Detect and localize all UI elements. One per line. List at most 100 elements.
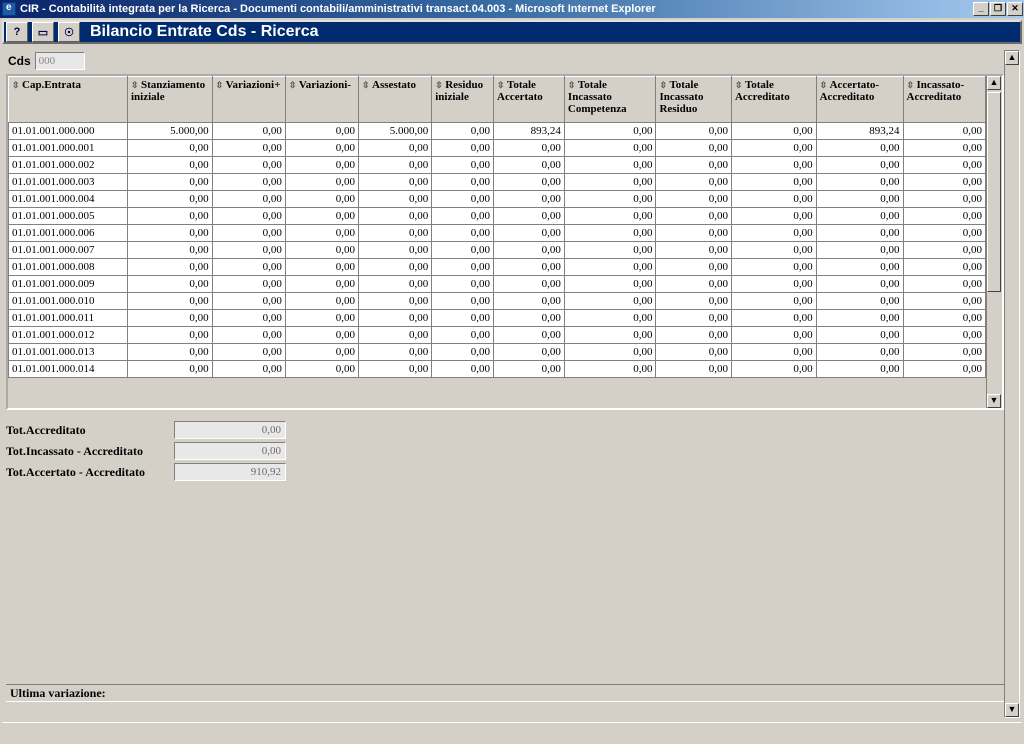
cell-value: 0,00 [212, 123, 285, 140]
window-buttons: _ ❐ ✕ [973, 1, 1024, 17]
cell-value: 0,00 [564, 327, 656, 344]
toolbar-help-button[interactable]: ? [6, 22, 28, 42]
cell-value: 0,00 [127, 242, 212, 259]
cell-value: 0,00 [127, 344, 212, 361]
cell-value: 5.000,00 [359, 123, 432, 140]
table-row[interactable]: 01.01.001.000.0060,000,000,000,000,000,0… [9, 225, 986, 242]
cell-value: 0,00 [816, 157, 903, 174]
ie-icon [2, 2, 16, 16]
col-header[interactable]: ⇳Variazioni- [285, 77, 358, 123]
cds-input[interactable] [35, 52, 85, 70]
col-header[interactable]: ⇳Accertato-Accreditato [816, 77, 903, 123]
col-header[interactable]: ⇳Totale Accertato [494, 77, 565, 123]
col-header[interactable]: ⇳Stanziamento iniziale [127, 77, 212, 123]
table-row[interactable]: 01.01.001.000.0090,000,000,000,000,000,0… [9, 276, 986, 293]
grid-header-row: ⇳Cap.Entrata⇳Stanziamento iniziale⇳Varia… [9, 77, 986, 123]
total-accertato-accreditato-label: Tot.Accertato - Accreditato [6, 465, 174, 480]
cell-value: 0,00 [212, 361, 285, 378]
cell-value: 0,00 [731, 276, 816, 293]
page-icon: ▭ [38, 26, 48, 39]
target-icon: ☉ [64, 26, 74, 39]
cell-cap-entrata: 01.01.001.000.008 [9, 259, 128, 276]
cell-value: 0,00 [816, 191, 903, 208]
cell-value: 0,00 [285, 123, 358, 140]
grid-scroll-down[interactable]: ▼ [987, 394, 1001, 408]
table-row[interactable]: 01.01.001.000.0040,000,000,000,000,000,0… [9, 191, 986, 208]
outer-scrollbar[interactable]: ▲ ▼ [1004, 50, 1020, 718]
scroll-down-button[interactable]: ▼ [1005, 703, 1019, 717]
cell-value: 0,00 [432, 140, 494, 157]
cell-value: 0,00 [494, 310, 565, 327]
scroll-up-button[interactable]: ▲ [1005, 51, 1019, 65]
grid-scrollbar[interactable]: ▲ ▼ [986, 76, 1002, 408]
cell-value: 0,00 [494, 259, 565, 276]
cell-value: 0,00 [285, 276, 358, 293]
cell-value: 0,00 [432, 293, 494, 310]
cell-value: 5.000,00 [127, 123, 212, 140]
cell-value: 0,00 [432, 327, 494, 344]
col-header[interactable]: ⇳Totale Incassato Competenza [564, 77, 656, 123]
close-button[interactable]: ✕ [1007, 2, 1023, 16]
cell-value: 0,00 [903, 293, 985, 310]
cell-value: 0,00 [816, 361, 903, 378]
cell-value: 893,24 [816, 123, 903, 140]
cell-value: 0,00 [359, 327, 432, 344]
cell-value: 0,00 [656, 123, 732, 140]
table-row[interactable]: 01.01.001.000.0110,000,000,000,000,000,0… [9, 310, 986, 327]
col-header[interactable]: ⇳Totale Accreditato [731, 77, 816, 123]
table-row[interactable]: 01.01.001.000.0005.000,000,000,005.000,0… [9, 123, 986, 140]
cell-value: 0,00 [656, 208, 732, 225]
cell-value: 0,00 [816, 208, 903, 225]
cell-value: 0,00 [816, 327, 903, 344]
cell-value: 0,00 [285, 327, 358, 344]
table-row[interactable]: 01.01.001.000.0030,000,000,000,000,000,0… [9, 174, 986, 191]
cell-value: 0,00 [494, 174, 565, 191]
table-row[interactable]: 01.01.001.000.0120,000,000,000,000,000,0… [9, 327, 986, 344]
table-row[interactable]: 01.01.001.000.0050,000,000,000,000,000,0… [9, 208, 986, 225]
col-header[interactable]: ⇳Cap.Entrata [9, 77, 128, 123]
sort-icon: ⇳ [659, 80, 668, 91]
cell-value: 0,00 [359, 361, 432, 378]
col-header[interactable]: ⇳Incassato-Accreditato [903, 77, 985, 123]
cell-cap-entrata: 01.01.001.000.011 [9, 310, 128, 327]
col-header[interactable]: ⇳Totale Incassato Residuo [656, 77, 732, 123]
cell-value: 0,00 [285, 310, 358, 327]
cell-value: 0,00 [564, 225, 656, 242]
window-titlebar: CIR - Contabilità integrata per la Ricer… [0, 0, 1024, 18]
cell-value: 0,00 [731, 208, 816, 225]
cell-value: 0,00 [903, 191, 985, 208]
toolbar-button-2[interactable]: ▭ [32, 22, 54, 42]
table-row[interactable]: 01.01.001.000.0070,000,000,000,000,000,0… [9, 242, 986, 259]
table-row[interactable]: 01.01.001.000.0130,000,000,000,000,000,0… [9, 344, 986, 361]
table-row[interactable]: 01.01.001.000.0140,000,000,000,000,000,0… [9, 361, 986, 378]
cell-value: 0,00 [564, 259, 656, 276]
cell-value: 0,00 [212, 225, 285, 242]
sort-icon: ⇳ [907, 80, 916, 91]
cell-cap-entrata: 01.01.001.000.005 [9, 208, 128, 225]
data-grid[interactable]: ⇳Cap.Entrata⇳Stanziamento iniziale⇳Varia… [8, 76, 986, 378]
cell-value: 0,00 [359, 140, 432, 157]
table-row[interactable]: 01.01.001.000.0010,000,000,000,000,000,0… [9, 140, 986, 157]
cell-value: 0,00 [359, 225, 432, 242]
cell-value: 0,00 [127, 157, 212, 174]
cell-value: 0,00 [564, 140, 656, 157]
table-row[interactable]: 01.01.001.000.0080,000,000,000,000,000,0… [9, 259, 986, 276]
table-row[interactable]: 01.01.001.000.0100,000,000,000,000,000,0… [9, 293, 986, 310]
cell-value: 0,00 [656, 344, 732, 361]
table-row[interactable]: 01.01.001.000.0020,000,000,000,000,000,0… [9, 157, 986, 174]
grid-scroll-up[interactable]: ▲ [987, 76, 1001, 90]
cell-value: 0,00 [903, 310, 985, 327]
restore-button[interactable]: ❐ [990, 2, 1006, 16]
cell-value: 0,00 [127, 174, 212, 191]
cell-value: 0,00 [903, 242, 985, 259]
cell-value: 0,00 [212, 327, 285, 344]
toolbar-button-3[interactable]: ☉ [58, 22, 80, 42]
col-header[interactable]: ⇳Assestato [359, 77, 432, 123]
cell-value: 0,00 [903, 140, 985, 157]
total-accertato-accreditato-value [174, 463, 286, 481]
grid-scroll-thumb[interactable] [987, 92, 1001, 292]
col-header[interactable]: ⇳Residuo iniziale [432, 77, 494, 123]
minimize-button[interactable]: _ [973, 2, 989, 16]
col-header[interactable]: ⇳Variazioni+ [212, 77, 285, 123]
cell-cap-entrata: 01.01.001.000.002 [9, 157, 128, 174]
